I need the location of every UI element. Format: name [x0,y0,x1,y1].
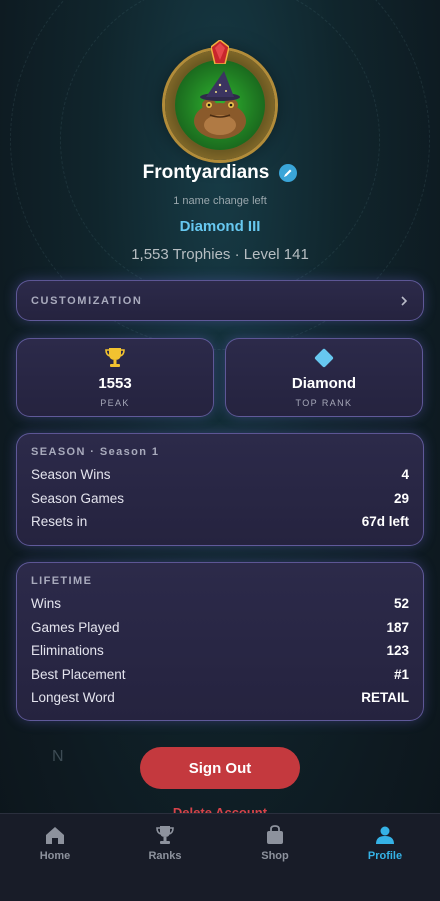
lifetime-row-value: RETAIL [361,690,409,706]
profile-avatar[interactable] [165,40,275,160]
sign-out-button[interactable]: Sign Out [140,747,300,789]
tab-shop[interactable]: Shop [220,814,330,901]
lifetime-row: Best Placement #1 [31,663,409,687]
lifetime-stats-card: LIFETIME Wins 52 Games Played 187 Elimin… [16,562,424,721]
edit-pencil-icon[interactable] [279,164,298,182]
trophy-icon [156,826,174,844]
peak-value: 1553 [98,375,132,392]
top-rank-stat-card: Diamond TOP RANK [225,338,423,417]
season-title: SEASON · Season 1 [31,446,160,458]
shopping-bag-icon [267,825,283,844]
top-rank-label: TOP RANK [295,398,353,408]
bottom-tab-bar: Home Ranks Shop Profile [0,813,440,901]
avatar-image [175,60,265,150]
ruby-gem-icon [211,40,229,64]
lifetime-row-label: Longest Word [31,690,115,706]
season-row-value: 67d left [361,514,409,530]
season-row-label: Resets in [31,514,88,530]
pencil-glyph [284,169,292,177]
tab-ranks[interactable]: Ranks [110,814,220,901]
name-change-note: 1 name change left [173,195,267,207]
lifetime-row-value: 187 [386,619,409,635]
lifetime-row: Eliminations 123 [31,639,409,663]
rank-name: Diamond III [179,218,261,235]
season-row-label: Season Games [31,490,125,506]
tab-shop-label: Shop [261,850,289,862]
diamond-icon [313,347,335,369]
tab-home[interactable]: Home [0,814,110,901]
lifetime-row-value: #1 [393,666,409,682]
avatar-frame [165,50,275,160]
home-icon [46,827,64,844]
profile-name: Frontyardians [142,162,270,183]
peak-label: PEAK [100,398,130,408]
lifetime-row-value: 52 [393,596,409,612]
trophies-level-line: 1,553 Trophies · Level 141 [131,246,309,263]
lifetime-row-label: Best Placement [31,666,126,682]
season-row: Season Wins 4 [31,463,409,487]
lifetime-row: Wins 52 [31,592,409,616]
background-compass-letter: N [52,748,64,765]
tab-profile[interactable]: Profile [330,814,440,901]
lifetime-row-value: 123 [386,643,409,659]
person-icon [376,826,394,844]
profile-name-row: Frontyardians [0,162,440,184]
peak-stat-card: 1553 PEAK [16,338,214,417]
lifetime-row: Games Played 187 [31,616,409,640]
chevron-right-icon [401,295,408,306]
season-row: Resets in 67d left [31,510,409,534]
season-row-value: 29 [393,490,409,506]
top-rank-value: Diamond [291,375,357,392]
lifetime-row-label: Games Played [31,619,120,635]
lifetime-row-label: Wins [31,596,61,612]
season-row-value: 4 [401,467,409,483]
tab-home-label: Home [39,850,71,862]
customization-button[interactable]: CUSTOMIZATION [16,280,424,321]
customization-label: CUSTOMIZATION [31,294,143,307]
tab-profile-label: Profile [367,850,403,862]
season-stats-card: SEASON · Season 1 Season Wins 4 Season G… [16,433,424,546]
lifetime-row-label: Eliminations [31,643,104,659]
season-row-label: Season Wins [31,467,111,483]
lifetime-row: Longest Word RETAIL [31,686,409,710]
lifetime-title: LIFETIME [31,575,93,587]
frog-wizard-icon [194,71,246,139]
tab-ranks-label: Ranks [148,850,182,862]
season-row: Season Games 29 [31,487,409,511]
trophy-icon [105,347,125,369]
